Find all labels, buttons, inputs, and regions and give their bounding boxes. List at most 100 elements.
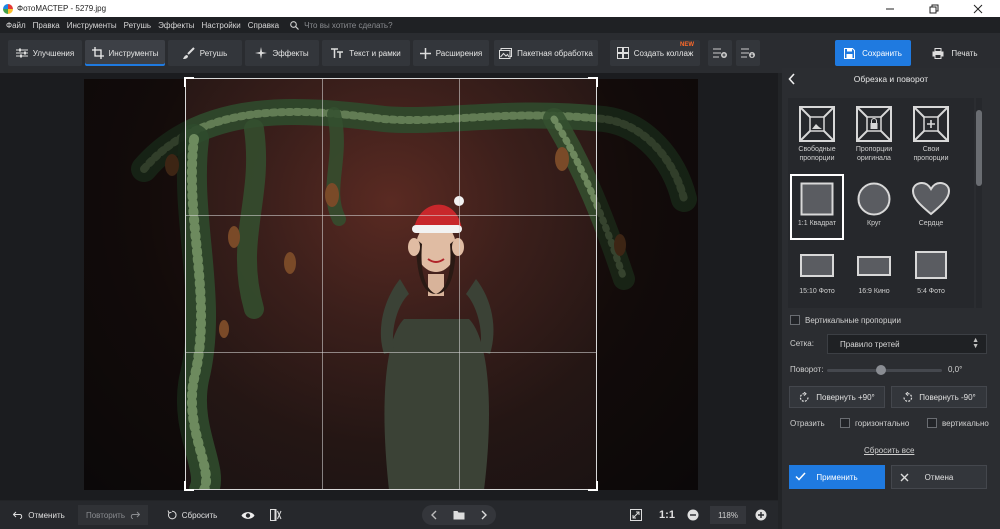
- search-placeholder: Что вы хотите сделать?: [304, 20, 393, 30]
- vertical-proportions-label: Вертикальные пропорции: [805, 315, 901, 325]
- shape-16-9[interactable]: 16:9 Кино: [847, 248, 901, 314]
- crop-handle-bottom-right[interactable]: [588, 481, 598, 491]
- menu-help[interactable]: Справка: [248, 21, 279, 30]
- preview-toggle[interactable]: [240, 505, 260, 525]
- reset-button[interactable]: Сбросить: [164, 505, 220, 525]
- vertical-proportions-checkbox[interactable]: [790, 315, 800, 325]
- new-badge: NEW: [680, 42, 694, 48]
- menu-effects[interactable]: Эффекты: [158, 21, 194, 30]
- rotate-cw-icon: [800, 391, 809, 402]
- zoom-in-button[interactable]: [754, 505, 772, 525]
- folder-icon[interactable]: [453, 510, 465, 520]
- flip-vertical-checkbox[interactable]: [927, 418, 937, 428]
- zoom-out-button[interactable]: [686, 505, 704, 525]
- menu-search[interactable]: Что вы хотите сделать?: [290, 20, 393, 30]
- zoom-level[interactable]: 118%: [710, 506, 746, 524]
- tab-extensions-label: Расширения: [435, 48, 483, 58]
- shape-free[interactable]: Свободные пропорции: [790, 106, 844, 172]
- flip-vertical-option[interactable]: вертикально: [927, 418, 989, 428]
- maximize-button[interactable]: [912, 0, 956, 17]
- actual-size-button[interactable]: 1:1: [654, 505, 680, 525]
- shape-circle-label: Круг: [867, 220, 881, 227]
- panel-title: Обрезка и поворот: [853, 74, 929, 84]
- reset-all-link[interactable]: Сбросить все: [864, 446, 914, 455]
- compare-icon: [269, 509, 281, 521]
- crop-shape-list: Свободные пропорции Пропорции оригинала Св…: [788, 98, 974, 308]
- tab-effects-label: Эффекты: [272, 48, 309, 58]
- shape-16-9-label: 16:9 Кино: [858, 288, 890, 295]
- menu-tools[interactable]: Инструменты: [67, 21, 117, 30]
- tab-retouch[interactable]: Ретушь: [168, 40, 242, 66]
- vertical-proportions-option[interactable]: Вертикальные пропорции: [790, 315, 901, 325]
- cancel-label: Отмена: [924, 472, 954, 482]
- grid-select[interactable]: Правило третей ▲ ▼: [827, 334, 987, 354]
- shape-15-10-label: 15:10 Фото: [799, 288, 835, 295]
- crop-mask-left: [84, 79, 185, 490]
- tab-tools[interactable]: Инструменты: [85, 40, 165, 66]
- eye-icon: [241, 511, 254, 519]
- create-collage-label: Создать коллаж: [633, 48, 694, 58]
- menu-file[interactable]: Файл: [6, 21, 26, 30]
- tab-text-frames[interactable]: Текст и рамки: [322, 40, 410, 66]
- tab-text-frames-label: Текст и рамки: [349, 48, 401, 58]
- plus-icon: [419, 47, 431, 59]
- grid-label: Сетка:: [790, 339, 814, 348]
- crop-handle-top-right[interactable]: [588, 77, 598, 87]
- grid-line-v2: [459, 79, 460, 489]
- zoom-in-icon: [755, 509, 766, 521]
- settings-add-button[interactable]: [708, 40, 732, 66]
- zoom-out-icon: [687, 509, 698, 521]
- save-button[interactable]: Сохранить: [835, 40, 911, 66]
- close-window-button[interactable]: [956, 0, 1000, 17]
- rotation-slider[interactable]: [827, 365, 942, 375]
- next-image-button[interactable]: [480, 510, 488, 520]
- back-arrow-icon[interactable]: [788, 73, 796, 85]
- image-navigation: [422, 505, 496, 525]
- fit-to-screen-button[interactable]: [628, 505, 648, 525]
- tab-extensions[interactable]: Расширения: [413, 40, 489, 66]
- rotate-ccw-icon: [903, 391, 913, 402]
- tab-enhancements[interactable]: Улучшения: [8, 40, 82, 66]
- cancel-button[interactable]: Отмена: [891, 465, 987, 489]
- rotate-minus-90-button[interactable]: Повернуть -90°: [891, 386, 987, 408]
- shape-square[interactable]: 1:1 Квадрат: [790, 174, 844, 240]
- rotate-minus-label: Повернуть -90°: [919, 392, 976, 402]
- restore-icon: [929, 4, 939, 13]
- rotate-plus-label: Повернуть +90°: [816, 392, 875, 402]
- print-button[interactable]: Печать: [917, 40, 993, 66]
- shape-15-10[interactable]: 15:10 Фото: [790, 248, 844, 314]
- shape-5-4[interactable]: 5:4 Фото: [904, 248, 958, 314]
- prev-image-button[interactable]: [430, 510, 438, 520]
- shape-heart[interactable]: Сердце: [904, 174, 958, 240]
- settings-download-button[interactable]: [736, 40, 760, 66]
- sparkle-icon: [255, 47, 268, 59]
- rotation-slider-handle[interactable]: [876, 365, 886, 375]
- shape-original[interactable]: Пропорции оригинала: [847, 106, 901, 172]
- menu-retouch[interactable]: Ретушь: [124, 21, 152, 30]
- tab-effects[interactable]: Эффекты: [245, 40, 319, 66]
- menu-settings[interactable]: Настройки: [201, 21, 240, 30]
- shape-custom[interactable]: Свои пропорции: [904, 106, 958, 172]
- create-collage-button[interactable]: NEW Создать коллаж: [610, 40, 700, 66]
- minimize-button[interactable]: [868, 0, 912, 17]
- crop-handle-top-left[interactable]: [184, 77, 194, 87]
- sliders-icon: [15, 48, 28, 58]
- shapes-scrollbar-thumb[interactable]: [976, 110, 982, 186]
- circle-icon: [857, 182, 891, 216]
- redo-icon: [130, 511, 141, 519]
- crop-frame[interactable]: [184, 77, 598, 491]
- rotate-plus-90-button[interactable]: Повернуть +90°: [789, 386, 885, 408]
- compare-toggle[interactable]: [268, 505, 288, 525]
- flip-horizontal-label: горизонтально: [855, 418, 910, 428]
- crop-handle-bottom-left[interactable]: [184, 481, 194, 491]
- shape-free-label: Свободные пропорции: [798, 146, 836, 162]
- flip-horizontal-checkbox[interactable]: [840, 418, 850, 428]
- shape-circle[interactable]: Круг: [847, 174, 901, 240]
- menu-edit[interactable]: Правка: [33, 21, 60, 30]
- batch-processing-button[interactable]: Пакетная обработка: [494, 40, 598, 66]
- redo-button[interactable]: Повторить: [78, 505, 148, 525]
- window-title: ФотоМАСТЕР - 5279.jpg: [17, 4, 107, 13]
- apply-button[interactable]: Применить: [789, 465, 885, 489]
- undo-button[interactable]: Отменить: [8, 505, 70, 525]
- flip-horizontal-option[interactable]: горизонтально: [840, 418, 909, 428]
